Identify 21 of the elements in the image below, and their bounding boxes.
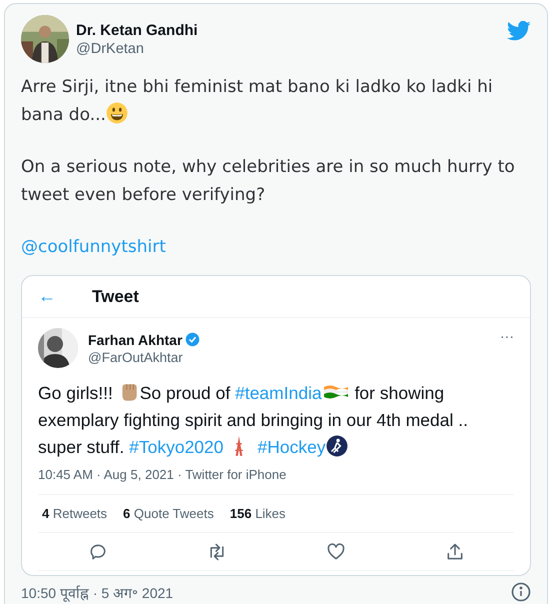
tweet-text: Arre Sirji, itne bhi feminist mat bano ki ladko ko ladki hi bana do... bbox=[21, 76, 494, 127]
author-name[interactable]: Farhan Akhtar bbox=[88, 332, 182, 348]
share-icon[interactable] bbox=[444, 542, 464, 562]
heart-icon[interactable] bbox=[326, 542, 346, 562]
tweet-timestamp: 10:45 AM · Aug 5, 2021 · Twitter for iPhone bbox=[38, 467, 514, 495]
author-handle[interactable]: @FarOutAkhtar bbox=[88, 350, 490, 364]
more-button[interactable]: ··· bbox=[500, 328, 514, 344]
tweet-text: Go girls!!! So proud of #teamIndia for showing exemplary fighting spirit and bringing in our 4th medal .. super stuff. #Tokyo2020 #Hockey bbox=[38, 380, 469, 459]
stat-count[interactable]: 4 Retweets bbox=[42, 506, 108, 521]
bird-icon[interactable] bbox=[507, 21, 531, 41]
stat-count[interactable]: 6 Quote Tweets bbox=[123, 506, 214, 521]
tweet-text: On a serious note, why celebrities are in so much hurry to tweet even before verifying? bbox=[21, 156, 516, 207]
smiley-icon bbox=[106, 102, 128, 124]
reply-icon[interactable] bbox=[88, 542, 108, 562]
info-icon[interactable] bbox=[511, 582, 531, 602]
author-name[interactable]: Dr. Ketan Gandhi bbox=[76, 22, 500, 38]
hockey-icon bbox=[326, 435, 348, 457]
tweet-timestamp[interactable]: 10:50 पूर्वाह्न · 5 अग॰ 2021 bbox=[21, 582, 174, 602]
page-title: Tweet bbox=[92, 286, 139, 306]
stat-count[interactable]: 156 Likes bbox=[230, 506, 286, 521]
author-handle[interactable]: @DrKetan bbox=[76, 40, 500, 56]
